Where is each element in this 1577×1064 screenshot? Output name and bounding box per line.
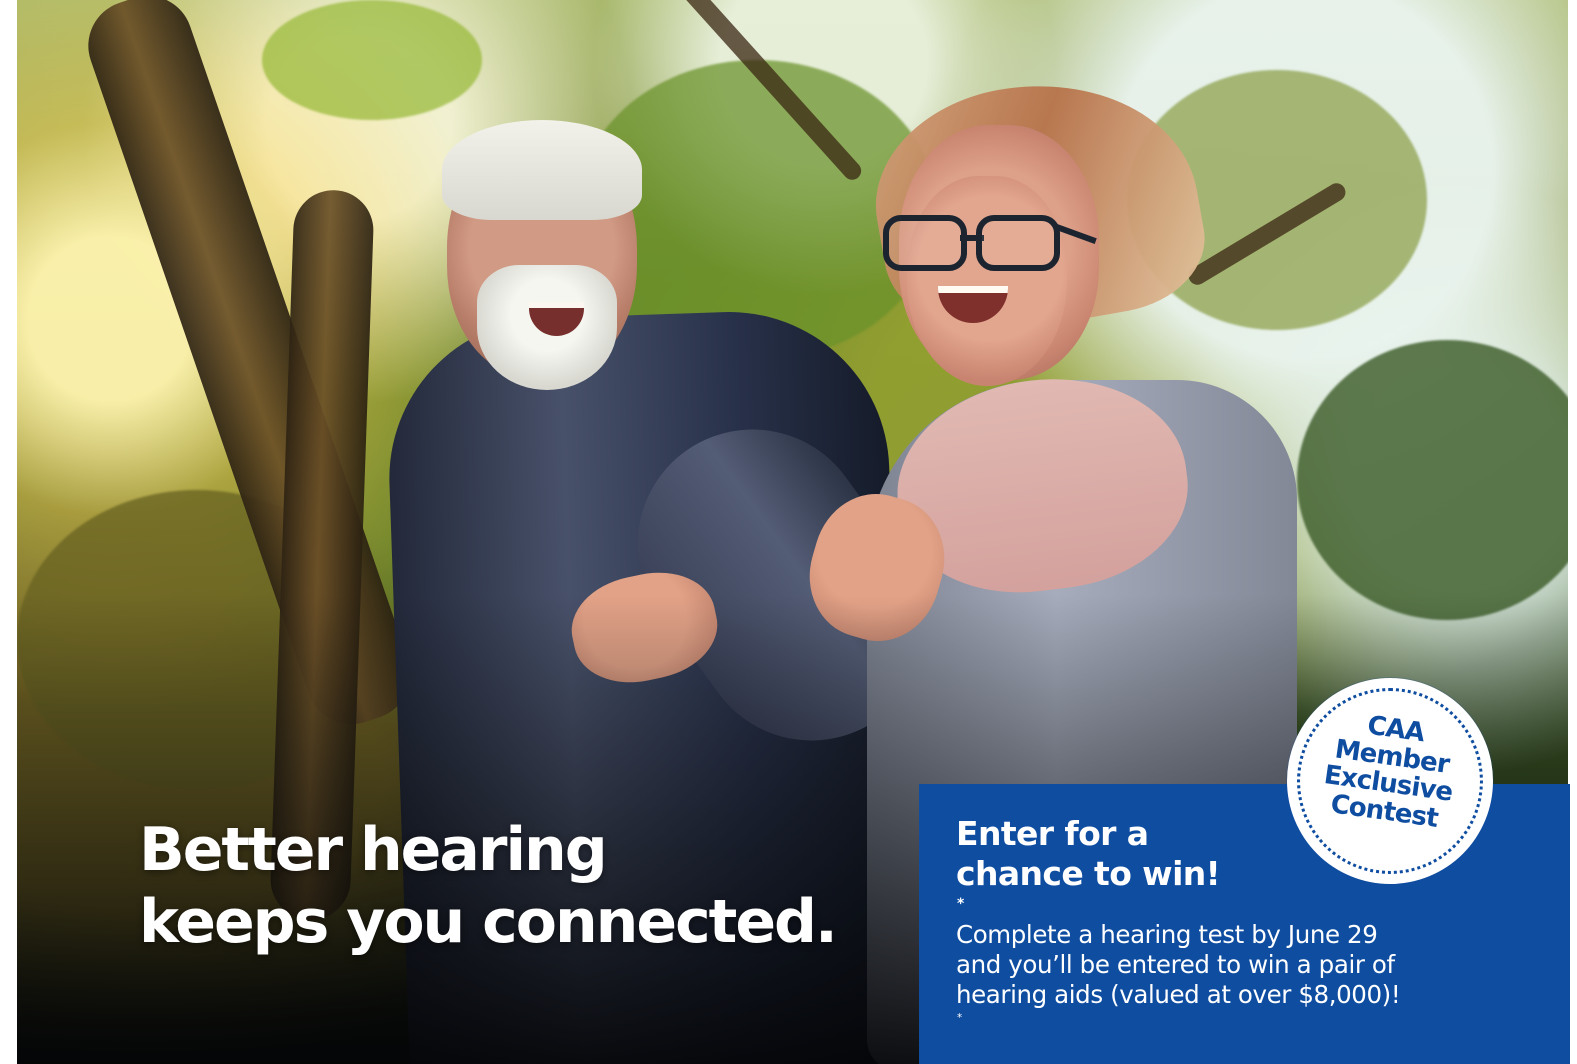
contest-title: Enter for a chance to win! * — [956, 814, 1266, 933]
hearing-contest-banner: Better hearing keeps you connected. Ente… — [0, 0, 1577, 1064]
headline-line: Better hearing — [139, 815, 608, 885]
contest-title-footnote-marker: * — [957, 896, 964, 913]
headline-line: keeps you connected. — [139, 887, 838, 957]
glasses-icon — [883, 205, 1103, 271]
banner-headline: Better hearing keeps you connected. — [139, 814, 899, 958]
glasses-temple — [1055, 223, 1097, 245]
glasses-lens — [883, 215, 967, 271]
badge-text: CAA Member Exclusive Contest — [1307, 706, 1473, 836]
contest-title-text: chance to win! — [956, 853, 1221, 893]
contest-copy-line: hearing aids (valued at over $8,000)! * — [956, 980, 1516, 1040]
man-hair — [442, 120, 642, 220]
caa-member-exclusive-contest-badge: CAA Member Exclusive Contest — [1287, 678, 1493, 884]
contest-copy-line: Complete a hearing test by June 29 — [956, 920, 1378, 949]
sunlit-leaves — [262, 0, 482, 120]
contest-copy-text: hearing aids (valued at over $8,000)! — [956, 979, 1401, 1009]
background-shrubs — [1297, 340, 1568, 620]
contest-copy-footnote-marker: * — [957, 1011, 962, 1024]
contest-title-line: Enter for a — [956, 814, 1149, 853]
contest-copy-line: and you’ll be entered to win a pair of — [956, 949, 1395, 979]
glasses-lens — [976, 215, 1060, 271]
contest-description: Complete a hearing test by June 29 and y… — [956, 920, 1516, 1040]
